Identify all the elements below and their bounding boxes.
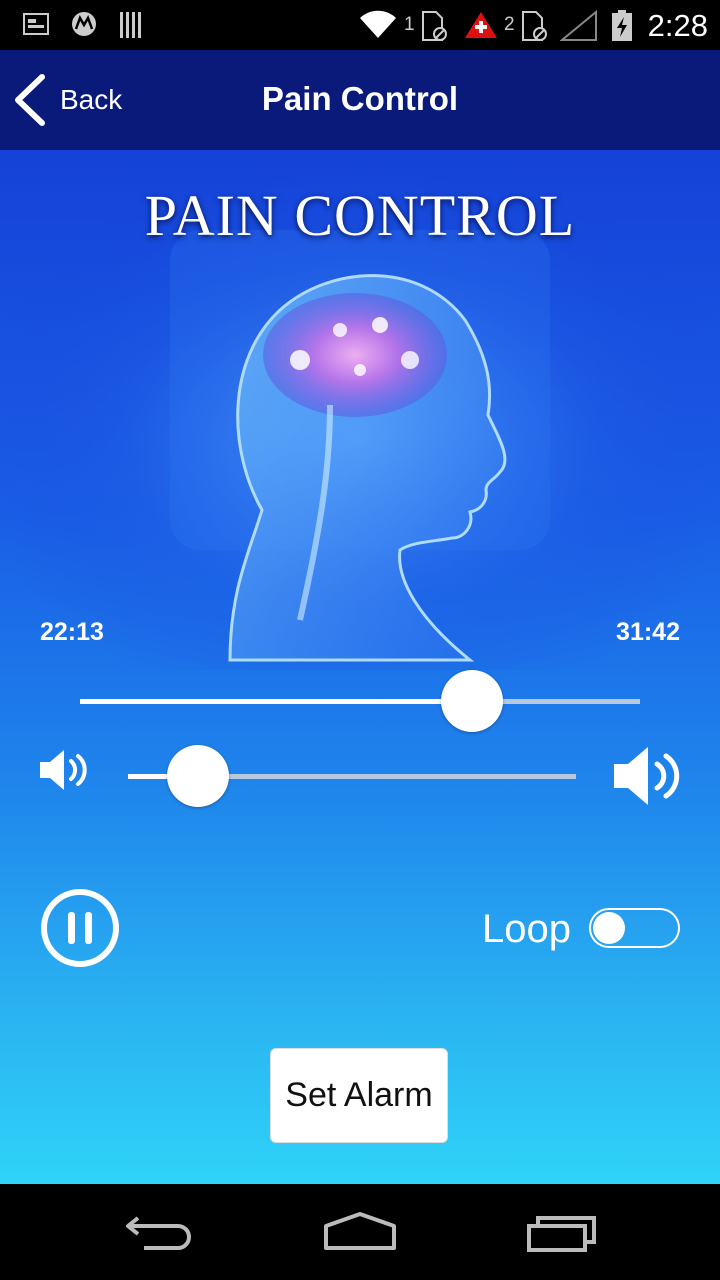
motorola-icon bbox=[72, 12, 96, 36]
loop-toggle-knob bbox=[593, 912, 625, 944]
nav-back-icon[interactable] bbox=[124, 1210, 196, 1254]
pause-button[interactable] bbox=[40, 888, 120, 968]
album-artwork: PAIN CONTROL bbox=[0, 150, 720, 670]
sim2-label: 2 bbox=[504, 14, 515, 35]
chevron-left-icon bbox=[15, 74, 45, 126]
seek-bar-progress bbox=[80, 699, 472, 704]
artwork-title: PAIN CONTROL bbox=[144, 183, 576, 248]
navigation-bar bbox=[0, 1184, 720, 1280]
wifi-icon bbox=[360, 10, 396, 39]
alert-icon bbox=[465, 12, 497, 38]
volume-slider-thumb[interactable] bbox=[166, 745, 229, 807]
sim-icon bbox=[522, 11, 547, 41]
back-button[interactable]: Back bbox=[12, 72, 122, 128]
sim1-label: 1 bbox=[404, 14, 415, 35]
header-bar: Back Pain Control bbox=[0, 50, 720, 150]
signal-icon bbox=[560, 10, 597, 41]
nav-recents-icon[interactable] bbox=[526, 1210, 598, 1254]
battery-charging-icon bbox=[612, 10, 632, 41]
status-bar: 1 2 2:28 bbox=[0, 0, 720, 50]
seek-bar-thumb[interactable] bbox=[441, 670, 503, 732]
notification-icon bbox=[23, 13, 49, 35]
status-time: 2:28 bbox=[647, 8, 708, 43]
player-screen: PAIN CONTROL 22:13 31:42 Loop Set Alarm bbox=[0, 150, 720, 1184]
set-alarm-button[interactable]: Set Alarm bbox=[270, 1048, 448, 1143]
loop-label: Loop bbox=[482, 907, 571, 951]
volume-high-icon[interactable] bbox=[612, 744, 684, 808]
sim-icon bbox=[422, 11, 447, 41]
nav-home-icon[interactable] bbox=[322, 1210, 398, 1254]
loop-toggle[interactable] bbox=[589, 908, 680, 948]
total-time: 31:42 bbox=[616, 618, 680, 646]
volume-low-icon[interactable] bbox=[38, 747, 90, 793]
elapsed-time: 22:13 bbox=[40, 618, 104, 646]
barcode-icon bbox=[120, 12, 141, 38]
seek-bar[interactable] bbox=[80, 699, 640, 704]
back-label: Back bbox=[60, 84, 123, 115]
